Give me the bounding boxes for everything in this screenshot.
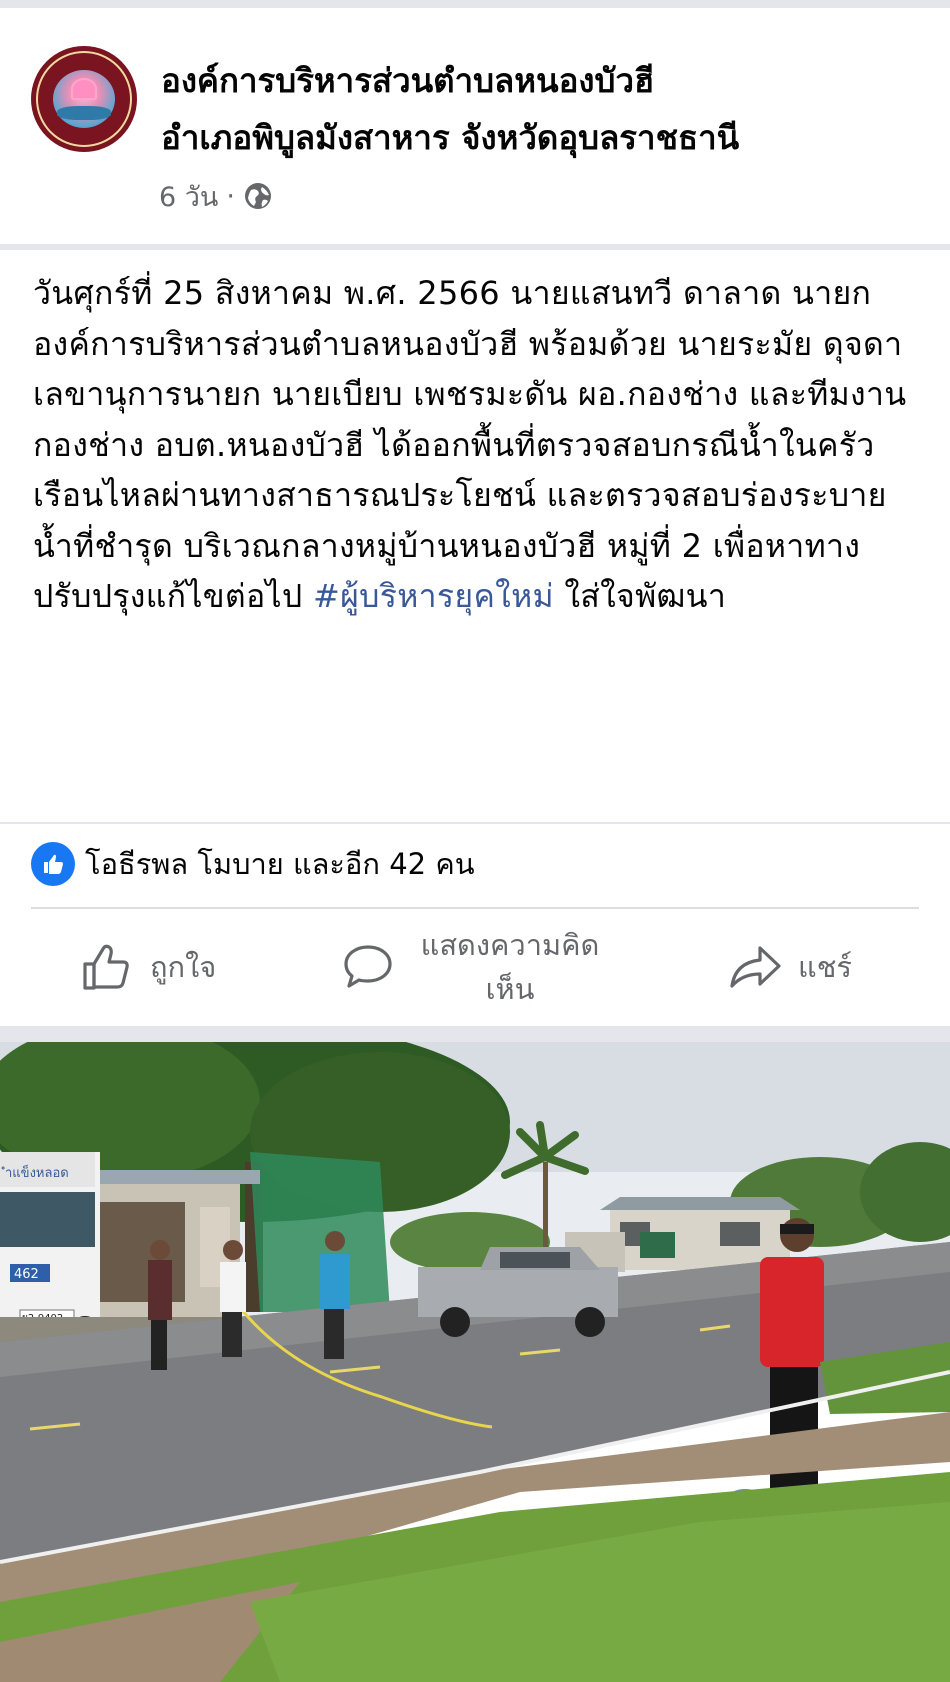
post-body: วันศุกร์ที่ 25 สิงหาคม พ.ศ. 2566 นายแสนท… — [33, 274, 907, 615]
reactions-text: โอธีรพล โมบาย และอีก 42 คน — [85, 847, 475, 881]
top-divider — [0, 0, 950, 8]
thumbs-up-icon — [44, 854, 63, 874]
page-name-line1[interactable]: องค์การบริหารส่วนตำบลหนองบัวฮี — [161, 52, 931, 109]
photo-scene: ำแข็งหลอด 462 ผ2-9402 — [0, 1042, 950, 1682]
like-button[interactable]: ถูกใจ — [82, 912, 216, 1022]
svg-text:ำแข็งหลอด: ำแข็งหลอด — [1, 1163, 69, 1181]
page-name-line2[interactable]: อำเภอพิบูลมังสาหาร จังหวัดอุบลราชธานี — [161, 109, 931, 166]
like-label: ถูกใจ — [150, 950, 217, 984]
share-icon — [730, 946, 781, 988]
water-icon — [57, 106, 111, 120]
meta-separator: · — [226, 180, 235, 212]
truck-label: 462 — [14, 1267, 39, 1282]
section-divider — [0, 1026, 950, 1042]
like-badge-icon — [31, 842, 75, 886]
thumbs-up-icon — [83, 944, 129, 990]
comment-label: แสดงความคิดเห็น — [420, 928, 600, 1006]
post-photo[interactable]: ำแข็งหลอด 462 ผ2-9402 — [0, 1042, 950, 1682]
share-button[interactable]: แชร์ — [728, 912, 852, 1022]
section-divider — [0, 244, 950, 250]
post-actions: ถูกใจ แสดงความคิดเห็น แชร์ — [0, 912, 950, 1022]
post-text: วันศุกร์ที่ 25 สิงหาคม พ.ศ. 2566 นายแสนท… — [33, 268, 923, 622]
post-body-end: ใส่ใจพัฒนา — [553, 577, 727, 615]
hashtag-link[interactable]: #ผู้บริหารยุคใหม่ — [313, 577, 554, 615]
comment-button[interactable]: แสดงความคิดเห็น — [342, 912, 610, 1022]
share-label: แชร์ — [798, 950, 852, 984]
divider — [0, 822, 950, 824]
lotus-icon — [71, 78, 97, 100]
post-time[interactable]: 6 วัน — [159, 175, 218, 218]
reactions-summary[interactable]: โอธีรพล โมบาย และอีก 42 คน — [31, 840, 475, 888]
post-meta: 6 วัน · — [159, 176, 273, 216]
post-header: องค์การบริหารส่วนตำบลหนองบัวฮี อำเภอพิบู… — [0, 8, 950, 244]
globe-icon — [244, 183, 271, 209]
comment-icon — [344, 945, 392, 988]
page-avatar[interactable] — [31, 46, 137, 152]
page-name[interactable]: องค์การบริหารส่วนตำบลหนองบัวฮี อำเภอพิบู… — [161, 52, 931, 166]
divider — [31, 907, 919, 909]
